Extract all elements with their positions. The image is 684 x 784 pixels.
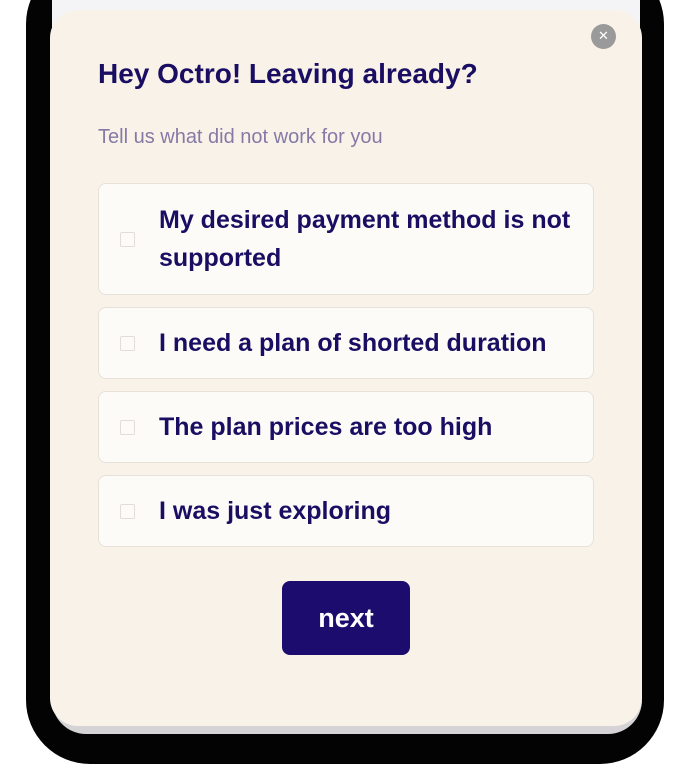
option-label: I need a plan of shorted duration [159, 329, 547, 357]
modal-title: Hey Octro! Leaving already? [98, 58, 478, 89]
exit-survey-modal: ✕ Hey Octro! Leaving already? Tell us wh… [50, 10, 642, 726]
option-prices-too-high[interactable]: The plan prices are too high [98, 391, 594, 463]
option-label: The plan prices are too high [159, 413, 493, 441]
next-button[interactable]: next [282, 581, 410, 655]
modal-subtitle: Tell us what did not work for you [98, 126, 383, 148]
option-just-exploring[interactable]: I was just exploring [98, 475, 594, 547]
option-shorter-duration[interactable]: I need a plan of shorted duration [98, 307, 594, 379]
checkbox[interactable] [120, 335, 135, 351]
option-payment-method[interactable]: My desired payment method is not support… [98, 183, 594, 295]
checkbox[interactable] [120, 419, 135, 435]
option-label: My desired payment method is not support… [159, 206, 571, 272]
checkbox[interactable] [120, 231, 135, 247]
close-icon[interactable]: ✕ [591, 24, 616, 49]
checkbox[interactable] [120, 503, 135, 519]
reason-options: My desired payment method is not support… [98, 183, 594, 559]
option-label: I was just exploring [159, 497, 391, 525]
